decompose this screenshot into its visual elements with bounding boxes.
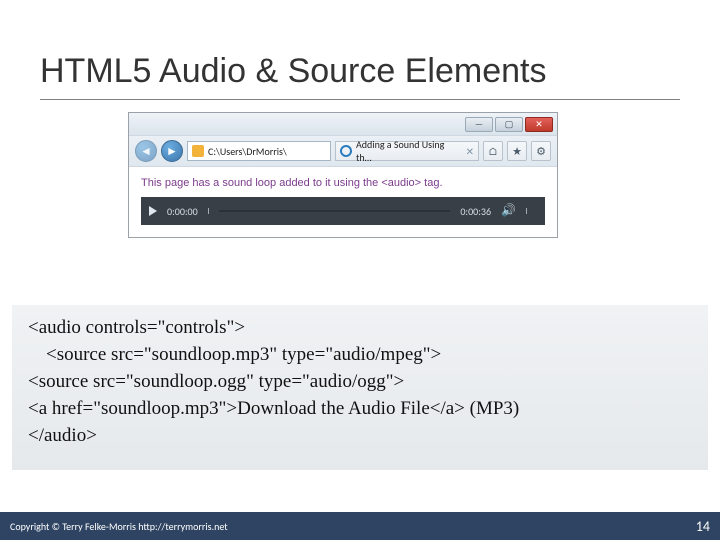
progress-track[interactable] bbox=[219, 210, 451, 212]
elapsed-time: 0:00:00 bbox=[167, 205, 198, 218]
copyright-text: Copyright © Terry Felke-Morris http://te… bbox=[10, 520, 228, 533]
browser-navbar: ◄ ► C:\Users\DrMorris\ Adding a Sound Us… bbox=[129, 135, 557, 167]
code-block: <audio controls="controls"> <source src=… bbox=[12, 305, 708, 470]
home-icon[interactable]: ⌂ bbox=[483, 141, 503, 161]
volume-icon[interactable]: 🔊 bbox=[501, 205, 516, 217]
slide-footer: Copyright © Terry Felke-Morris http://te… bbox=[0, 512, 720, 540]
folder-icon bbox=[192, 145, 204, 157]
minimize-icon[interactable]: — bbox=[465, 117, 493, 132]
code-line-1: <audio controls="controls"> bbox=[28, 317, 692, 339]
browser-window: — ▢ ✕ ◄ ► C:\Users\DrMorris\ Adding a So… bbox=[128, 112, 558, 238]
ie-icon bbox=[338, 143, 353, 158]
code-line-4: <a href="soundloop.mp3">Download the Aud… bbox=[28, 398, 692, 420]
code-line-5: </audio> bbox=[28, 425, 692, 447]
address-bar[interactable]: C:\Users\DrMorris\ bbox=[187, 141, 331, 161]
tab-close-icon[interactable]: ✕ bbox=[466, 145, 474, 158]
address-text: C:\Users\DrMorris\ bbox=[208, 145, 287, 158]
play-icon[interactable] bbox=[149, 206, 157, 216]
forward-button[interactable]: ► bbox=[161, 140, 183, 162]
page-number: 14 bbox=[696, 518, 710, 535]
code-line-2: <source src="soundloop.mp3" type="audio/… bbox=[28, 344, 692, 366]
code-line-3: <source src="soundloop.ogg" type="audio/… bbox=[28, 371, 692, 393]
back-button[interactable]: ◄ bbox=[135, 140, 157, 162]
audio-player[interactable]: 0:00:00 0:00:36 🔊 bbox=[141, 197, 545, 225]
page-text: This page has a sound loop added to it u… bbox=[141, 177, 545, 189]
volume-handle bbox=[526, 208, 527, 214]
tab-label: Adding a Sound Using th… bbox=[356, 138, 462, 164]
maximize-icon[interactable]: ▢ bbox=[495, 117, 523, 132]
gear-icon[interactable]: ⚙ bbox=[531, 141, 551, 161]
browser-tab[interactable]: Adding a Sound Using th… ✕ bbox=[335, 141, 479, 161]
window-titlebar: — ▢ ✕ bbox=[129, 113, 557, 135]
progress-handle-start bbox=[208, 208, 209, 214]
slide-title: HTML5 Audio & Source Elements bbox=[0, 0, 720, 99]
close-icon[interactable]: ✕ bbox=[525, 117, 553, 132]
title-underline bbox=[40, 99, 680, 100]
page-body: This page has a sound loop added to it u… bbox=[129, 167, 557, 237]
total-time: 0:00:36 bbox=[460, 205, 491, 218]
favorites-icon[interactable]: ★ bbox=[507, 141, 527, 161]
